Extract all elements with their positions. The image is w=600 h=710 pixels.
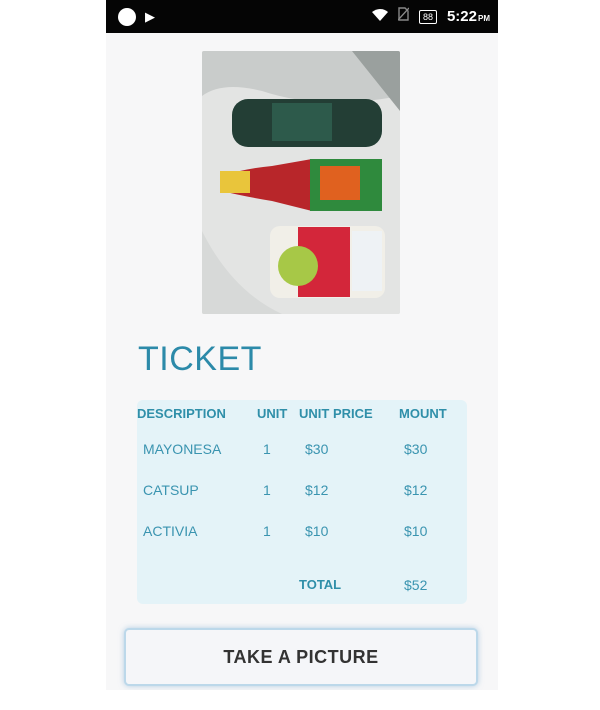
status-bar: ▶ 88 5:22PM <box>106 0 498 33</box>
row-description: CATSUP <box>143 482 199 498</box>
row-description: MAYONESA <box>143 441 222 457</box>
receipt-photo <box>202 51 400 314</box>
row-unit: 1 <box>263 482 271 498</box>
row-mount: $10 <box>404 523 428 539</box>
column-header-description: DESCRIPTION <box>137 406 226 421</box>
row-unit: 1 <box>263 523 271 539</box>
take-picture-button[interactable]: TAKE A PICTURE <box>124 628 478 686</box>
column-header-mount: MOUNT <box>399 406 447 421</box>
battery-icon: 88 <box>418 9 437 24</box>
circle-icon <box>118 7 136 26</box>
total-label: TOTAL <box>299 577 342 592</box>
row-unit-price: $12 <box>305 482 329 498</box>
ticket-table: DESCRIPTION UNIT UNIT PRICE MOUNT MAYONE… <box>137 400 467 604</box>
row-mount: $30 <box>404 441 428 457</box>
no-sim-icon <box>397 7 410 26</box>
phone-screen: ▶ 88 5:22PM TICKET DESCRIPTION UNIT UNIT… <box>106 0 498 690</box>
row-description: ACTIVIA <box>143 523 198 539</box>
column-header-unit: UNIT <box>257 406 288 421</box>
column-header-unit-price: UNIT PRICE <box>299 406 373 421</box>
row-mount: $12 <box>404 482 428 498</box>
row-unit-price: $30 <box>305 441 329 457</box>
row-unit: 1 <box>263 441 271 457</box>
wifi-icon <box>371 8 388 26</box>
play-store-icon: ▶ <box>145 9 155 24</box>
battery-level: 88 <box>422 11 433 22</box>
row-unit-price: $10 <box>305 523 329 539</box>
clock: 5:22PM <box>446 8 490 25</box>
ticket-title: TICKET <box>138 340 262 378</box>
total-value: $52 <box>404 577 428 593</box>
